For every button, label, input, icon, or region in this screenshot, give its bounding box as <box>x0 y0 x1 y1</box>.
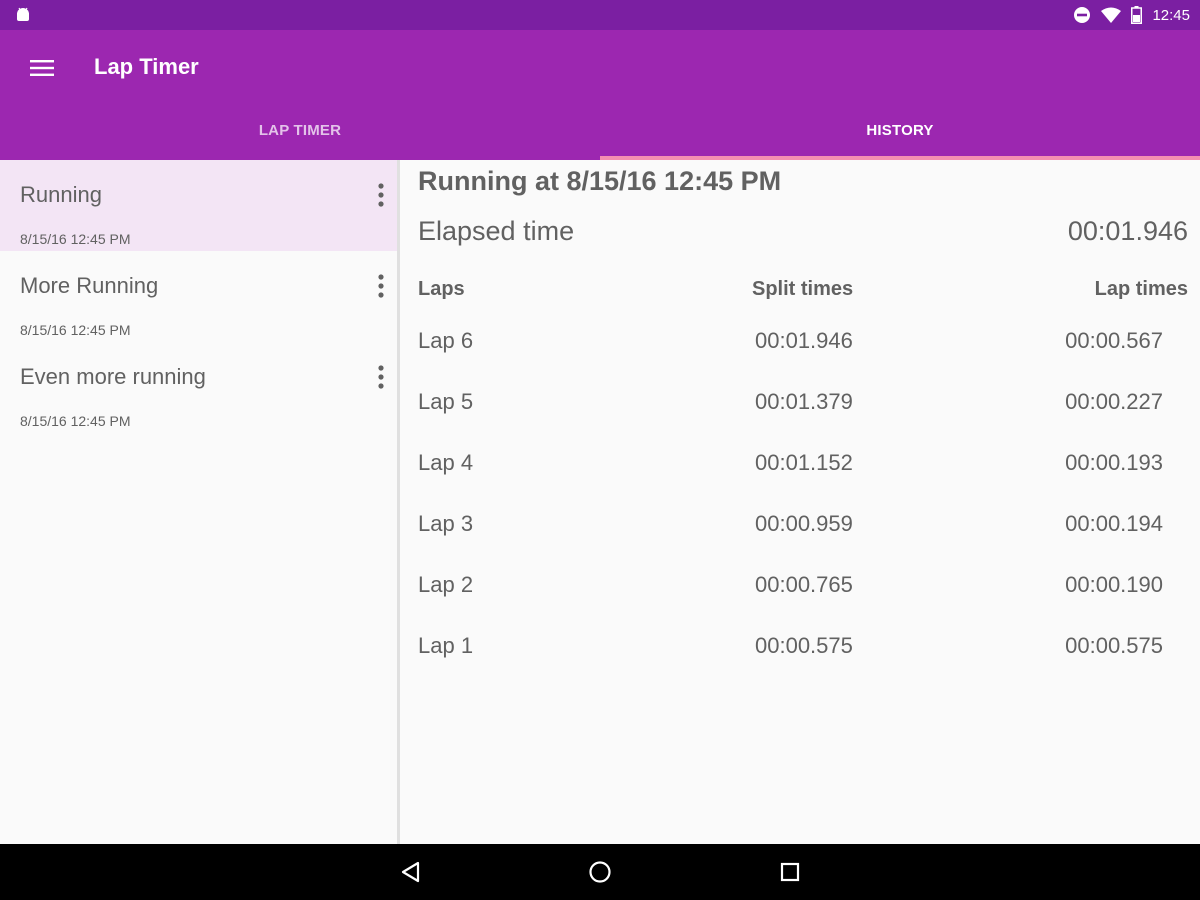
lap-label: Lap 1 <box>418 633 474 658</box>
battery-icon <box>1131 6 1143 24</box>
tab-lap-timer[interactable]: LAP TIMER <box>0 100 600 160</box>
session-item[interactable]: Running 8/15/16 12:45 PM <box>0 160 397 251</box>
lap-time: 00:00.575 <box>1065 633 1163 658</box>
recents-button[interactable] <box>776 858 804 886</box>
session-title: Even more running <box>20 364 206 389</box>
home-button[interactable] <box>586 858 614 886</box>
app-bar: Lap Timer LAP TIMER HISTORY <box>0 30 1200 160</box>
session-date: 8/15/16 12:45 PM <box>20 231 131 247</box>
more-vert-icon <box>378 365 384 389</box>
status-time: 12:45 <box>1152 6 1190 24</box>
more-vert-icon <box>378 274 384 298</box>
lap-label: Lap 6 <box>418 328 474 353</box>
recents-icon <box>780 862 800 882</box>
laps-column-header: Laps <box>418 278 465 300</box>
session-date: 8/15/16 12:45 PM <box>20 413 131 429</box>
lap-label: Lap 4 <box>418 450 474 475</box>
android-icon <box>17 7 29 21</box>
lap-time: 00:00.190 <box>1065 572 1163 597</box>
elapsed-time-value: 00:01.946 <box>1067 216 1188 246</box>
back-icon <box>401 861 420 883</box>
session-title: Running <box>20 182 102 207</box>
split-time: 00:00.575 <box>755 633 853 658</box>
lap-row: Lap 3 00:00.959 00:00.194 <box>403 503 1200 564</box>
lap-row: Lap 2 00:00.765 00:00.190 <box>403 564 1200 625</box>
laps-table: Lap 6 00:01.946 00:00.567 Lap 5 00:01.37… <box>403 320 1200 686</box>
status-bar: 12:45 <box>0 0 1200 30</box>
session-list: Running 8/15/16 12:45 PM More Running 8/… <box>0 160 400 844</box>
lap-times-column-header: Lap times <box>1094 278 1188 300</box>
split-time: 00:01.379 <box>755 389 853 414</box>
lap-row: Lap 4 00:01.152 00:00.193 <box>403 442 1200 503</box>
home-icon <box>589 861 611 883</box>
split-time: 00:00.959 <box>755 511 853 536</box>
session-item[interactable]: More Running 8/15/16 12:45 PM <box>0 251 397 342</box>
lap-time: 00:00.194 <box>1065 511 1163 536</box>
menu-button[interactable] <box>22 50 62 86</box>
overflow-menu-button[interactable] <box>370 362 392 392</box>
lap-label: Lap 5 <box>418 389 474 414</box>
split-times-column-header: Split times <box>752 278 854 300</box>
lap-time: 00:00.567 <box>1065 328 1163 353</box>
app-title: Lap Timer <box>94 54 199 79</box>
lap-time: 00:00.227 <box>1065 389 1163 414</box>
wifi-icon <box>1101 7 1122 23</box>
session-title: More Running <box>20 273 159 298</box>
split-time: 00:01.152 <box>755 450 853 475</box>
lap-label: Lap 3 <box>418 511 474 536</box>
overflow-menu-button[interactable] <box>370 180 392 210</box>
do-not-disturb-icon <box>1074 7 1091 23</box>
session-detail: Running at 8/15/16 12:45 PM Elapsed time… <box>403 160 1200 844</box>
session-date: 8/15/16 12:45 PM <box>20 322 131 338</box>
detail-title: Running at 8/15/16 12:45 PM <box>418 166 782 196</box>
elapsed-time-label: Elapsed time <box>418 216 575 246</box>
back-button[interactable] <box>396 858 424 886</box>
session-item[interactable]: Even more running 8/15/16 12:45 PM <box>0 342 397 433</box>
lap-row: Lap 6 00:01.946 00:00.567 <box>403 320 1200 381</box>
tab-bar: LAP TIMER HISTORY <box>0 100 1200 160</box>
split-time: 00:01.946 <box>755 328 853 353</box>
navigation-bar <box>0 844 1200 900</box>
hamburger-menu-icon <box>30 60 54 76</box>
tab-history[interactable]: HISTORY <box>600 100 1200 160</box>
lap-label: Lap 2 <box>418 572 474 597</box>
overflow-menu-button[interactable] <box>370 271 392 301</box>
lap-row: Lap 5 00:01.379 00:00.227 <box>403 381 1200 442</box>
split-time: 00:00.765 <box>755 572 853 597</box>
lap-time: 00:00.193 <box>1065 450 1163 475</box>
lap-row: Lap 1 00:00.575 00:00.575 <box>403 625 1200 686</box>
more-vert-icon <box>378 183 384 207</box>
